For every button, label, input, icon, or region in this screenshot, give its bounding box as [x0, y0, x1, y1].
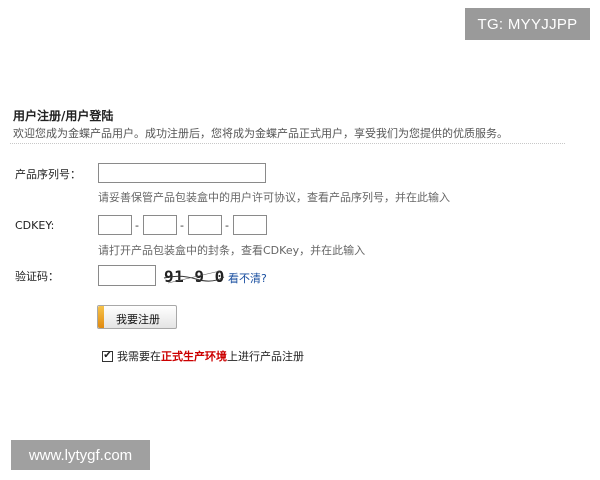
watermark-bottom: www.lytygf.com — [11, 440, 150, 470]
register-button[interactable]: 我要注册 — [97, 305, 177, 329]
agree-suffix: 上进行产品注册 — [227, 350, 304, 363]
serial-label: 产品序列号： — [15, 168, 81, 181]
captcha-input[interactable] — [98, 265, 156, 286]
header-divider — [10, 143, 565, 144]
cdkey-separator: - — [180, 219, 184, 232]
cdkey-separator: - — [135, 219, 139, 232]
registration-page: TG: MYYJJPP 用户注册/用户登陆 欢迎您成为金蝶产品用户。成功注册后，… — [0, 0, 600, 480]
page-subtitle: 欢迎您成为金蝶产品用户。成功注册后，您将成为金蝶产品正式用户，享受我们为您提供的… — [13, 127, 508, 140]
captcha-refresh-link[interactable]: 看不清? — [228, 270, 267, 286]
cdkey-label: CDKEY: — [15, 219, 55, 232]
serial-hint: 请妥善保管产品包装盒中的用户许可协议，查看产品序列号，并在此输入 — [98, 191, 450, 204]
cdkey-input-1[interactable] — [98, 215, 132, 235]
page-title: 用户注册/用户登陆 — [13, 109, 114, 123]
agree-highlight: 正式生产环境 — [161, 350, 227, 363]
register-button-label: 我要注册 — [116, 313, 160, 326]
captcha-label: 验证码： — [15, 270, 59, 283]
cdkey-hint: 请打开产品包装盒中的封条，查看CDKey，并在此输入 — [98, 244, 366, 257]
button-accent — [98, 306, 104, 328]
production-env-checkbox[interactable]: ✔ — [102, 350, 113, 362]
agree-prefix: 我需要在 — [117, 350, 161, 363]
cdkey-input-2[interactable] — [143, 215, 177, 235]
production-env-option[interactable]: ✔ 我需要在 正式生产环境 上进行产品注册 — [102, 348, 304, 364]
cdkey-separator: - — [225, 219, 229, 232]
cdkey-input-3[interactable] — [188, 215, 222, 235]
serial-number-input[interactable] — [98, 163, 266, 183]
cdkey-input-4[interactable] — [233, 215, 267, 235]
watermark-top: TG: MYYJJPP — [465, 8, 590, 40]
captcha-image: 91 9 0 — [163, 267, 224, 286]
